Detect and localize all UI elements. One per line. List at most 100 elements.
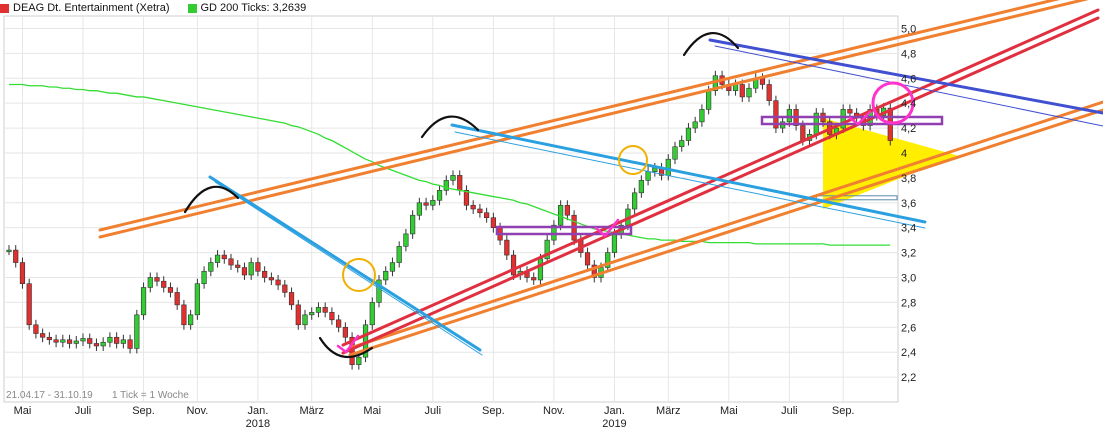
candle-body	[214, 254, 221, 263]
candle-body	[19, 262, 26, 285]
candle-body	[188, 314, 194, 326]
x-tick-label: Mai	[720, 405, 738, 417]
x-tick-label: Juli	[425, 405, 442, 417]
footer-range: 21.04.17 - 31.10.19	[6, 390, 93, 401]
y-tick-label: 3,0	[901, 272, 916, 284]
candle-body	[208, 262, 214, 272]
x-tick-label: Sep.	[832, 405, 855, 417]
x-tick-label: Mai	[14, 405, 32, 417]
candle-body	[140, 287, 147, 316]
footer-tick: 1 Tick = 1 Woche	[112, 390, 189, 401]
candle-body	[786, 109, 792, 123]
candle-body	[107, 336, 113, 343]
candle-body	[342, 326, 348, 338]
y-tick-label: 5,0	[901, 23, 916, 35]
x-tick-label: März	[656, 405, 680, 417]
y-tick-label: 3,2	[901, 248, 916, 260]
candle-body	[100, 341, 106, 347]
candle-body	[584, 252, 591, 266]
candle-body	[127, 339, 133, 349]
x-tick-label: Nov.	[543, 405, 565, 417]
candle-body	[161, 280, 167, 288]
candle-body	[73, 340, 79, 344]
candle-body	[114, 336, 120, 344]
candle-body	[672, 146, 678, 160]
candle-body	[33, 324, 39, 334]
candle-body	[87, 338, 93, 344]
y-tick-label: 2,2	[901, 372, 916, 384]
x-tick-label: Mai	[363, 405, 381, 417]
candle-body	[410, 214, 416, 235]
x-tick-label: März	[300, 405, 324, 417]
candle-body	[504, 239, 510, 256]
y-tick-label: 3,4	[901, 223, 916, 235]
y-tick-label: 4,8	[901, 48, 916, 60]
x-tick-label: Sep.	[482, 405, 505, 417]
y-tick-label: 2,6	[901, 322, 916, 334]
candle-body	[416, 202, 422, 216]
candle-body	[40, 333, 46, 338]
candle-body	[611, 233, 618, 253]
candle-body	[638, 180, 644, 194]
candle-body	[766, 84, 772, 101]
candle-body	[706, 90, 712, 110]
candle-body	[436, 190, 443, 201]
y-tick-label: 4	[901, 148, 907, 160]
candle-body	[228, 258, 234, 266]
candle-body	[181, 304, 187, 326]
candle-body	[268, 277, 274, 281]
x-axis: Mai Juli Sep. Nov. Jan.2018März Mai Juli Sep. No…	[14, 405, 855, 430]
candle-body	[255, 262, 261, 272]
candle-body	[383, 270, 389, 281]
candle-body	[329, 312, 335, 321]
candle-body	[201, 270, 207, 285]
candle-body	[470, 204, 476, 210]
candle-body	[322, 307, 328, 313]
candle-body	[510, 254, 517, 276]
candle-body	[154, 277, 160, 282]
candle-body	[356, 356, 362, 365]
candle-body	[759, 77, 766, 85]
y-tick-label: 3,8	[901, 173, 916, 185]
candle-body	[450, 175, 456, 181]
candle-body	[396, 246, 402, 263]
candle-body	[93, 343, 100, 347]
candle-body	[652, 167, 658, 172]
candle-body	[295, 304, 301, 326]
x-tick-label: Jan.	[248, 405, 269, 417]
candle-body	[665, 158, 671, 176]
candle-body	[53, 339, 59, 343]
candle-body	[147, 277, 153, 288]
candle-body	[746, 87, 752, 98]
candle-body	[685, 127, 692, 141]
candle-body	[134, 314, 140, 349]
candle-body	[60, 339, 66, 343]
candle-body	[490, 217, 496, 228]
x-year-label: 2019	[602, 418, 626, 430]
x-tick-label: Jan.	[604, 405, 625, 417]
candle-body	[13, 249, 19, 263]
candle-body	[120, 339, 126, 344]
candle-body	[847, 109, 853, 114]
candle-body	[248, 262, 254, 276]
y-axis: 5,0 4,8 4,6 4,4 4,2 4 3,8 3,6 3,4 3,2 3,0 2,8 2,6 2,4…	[901, 23, 916, 384]
candle-body	[800, 125, 806, 141]
candle-body	[221, 254, 227, 260]
candle-body	[645, 171, 651, 181]
candle-body	[692, 121, 698, 129]
candle-body	[537, 258, 544, 281]
candle-body	[430, 199, 436, 206]
y-tick-label: 2,8	[901, 297, 916, 309]
candle-body	[739, 84, 745, 98]
y-tick-label: 4,6	[901, 73, 916, 85]
x-year-label: 2018	[246, 418, 270, 430]
candle-body	[80, 338, 86, 342]
candle-body	[457, 175, 463, 191]
candle-body	[403, 233, 409, 247]
y-tick-label: 4,2	[901, 123, 916, 135]
y-tick-label: 4,4	[901, 98, 916, 110]
candle-body	[235, 264, 241, 268]
candle-body	[389, 262, 396, 272]
x-tick-label: Juli	[75, 405, 92, 417]
x-tick-label: Sep.	[132, 405, 155, 417]
